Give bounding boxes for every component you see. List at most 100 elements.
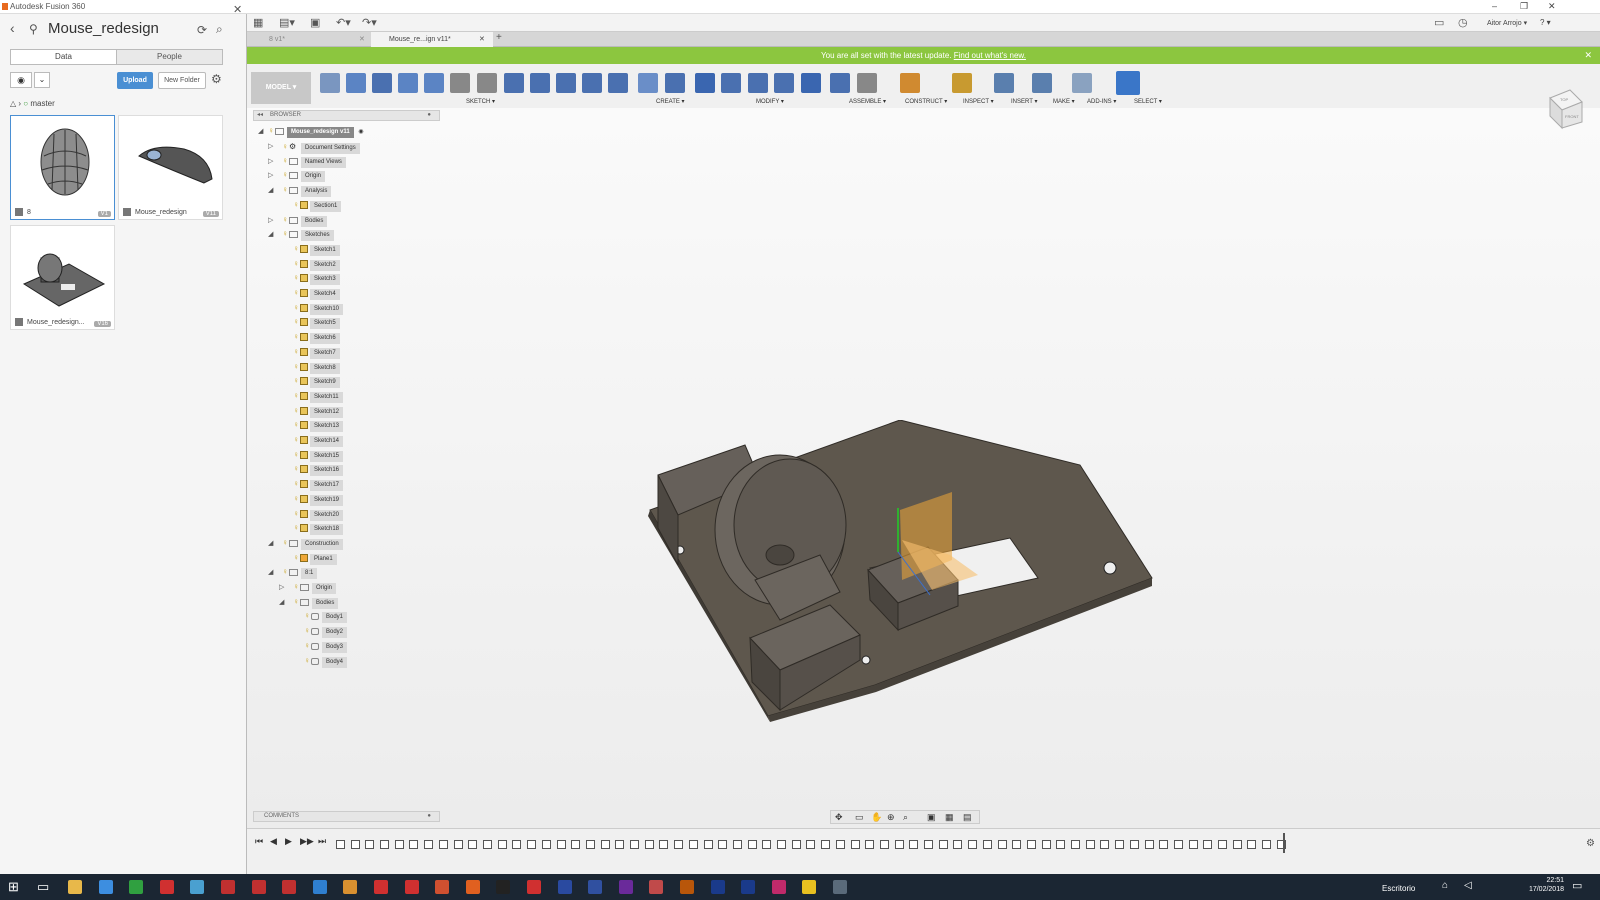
- timeline-feature-icon[interactable]: [998, 840, 1007, 849]
- collapse-arrow-icon[interactable]: ◢: [258, 126, 263, 137]
- browser-node[interactable]: ♀ Sketch10: [279, 303, 344, 315]
- visibility-bulb-icon[interactable]: ♀: [304, 626, 311, 635]
- browser-node[interactable]: ♀ Sketch9: [279, 376, 340, 388]
- back-arrow-icon[interactable]: ‹: [10, 20, 15, 36]
- group-sketch[interactable]: SKETCH ▾: [466, 98, 495, 105]
- timeline-last-icon[interactable]: ⏭: [318, 836, 326, 847]
- browser-node[interactable]: ▷ ♀ Origin: [279, 582, 337, 594]
- taskbar-app-icon[interactable]: [343, 880, 358, 894]
- comments-bar[interactable]: COMMENTS ●: [253, 811, 440, 822]
- browser-node[interactable]: ♀ Sketch6: [279, 332, 340, 344]
- timeline-feature-icon[interactable]: [542, 840, 551, 849]
- taskbar-app-icon[interactable]: [833, 880, 847, 894]
- browser-node[interactable]: ♀ Sketch1: [279, 244, 340, 256]
- group-construct[interactable]: CONSTRUCT ▾: [905, 98, 947, 105]
- timeline-feature-icon[interactable]: [468, 840, 477, 849]
- tool-button-icon[interactable]: [1072, 73, 1092, 93]
- timeline-feature-icon[interactable]: [1247, 840, 1256, 849]
- timeline-feature-icon[interactable]: [380, 840, 389, 849]
- redo-icon[interactable]: ↷▾: [362, 16, 377, 29]
- timeline-first-icon[interactable]: ⏮: [255, 836, 263, 847]
- taskbar-app-icon[interactable]: [404, 880, 419, 894]
- timeline-feature-icon[interactable]: [1071, 840, 1080, 849]
- timeline-feature-icon[interactable]: [395, 840, 404, 849]
- timeline-feature-icon[interactable]: [1262, 840, 1271, 849]
- timeline-feature-icon[interactable]: [571, 840, 580, 849]
- visibility-bulb-icon[interactable]: ♀: [293, 303, 300, 312]
- group-assemble[interactable]: ASSEMBLE ▾: [849, 98, 886, 105]
- browser-header[interactable]: ◂◂ BROWSER ●: [253, 110, 440, 121]
- visibility-bulb-icon[interactable]: ♀: [282, 185, 289, 194]
- browser-node[interactable]: ▷ ♀ Bodies: [268, 215, 328, 227]
- visibility-bulb-icon[interactable]: ♀: [293, 347, 300, 356]
- timeline-feature-icon[interactable]: [1056, 840, 1065, 849]
- timeline-feature-icon[interactable]: [1233, 840, 1242, 849]
- timeline-feature-icon[interactable]: [439, 840, 448, 849]
- taskbar-app-icon[interactable]: [649, 880, 664, 894]
- timeline-settings-icon[interactable]: ⚙: [1586, 838, 1595, 849]
- browser-node[interactable]: ♀ Sketch18: [279, 523, 344, 535]
- timeline-feature-icon[interactable]: [365, 840, 374, 849]
- task-view-icon[interactable]: ▭: [37, 879, 49, 895]
- tool-button-icon[interactable]: [695, 73, 715, 93]
- tool-button-icon[interactable]: [748, 73, 768, 93]
- taskbar-app-icon[interactable]: [771, 880, 786, 894]
- browser-node[interactable]: ◢ ♀ Analysis: [268, 185, 332, 197]
- visibility-bulb-icon[interactable]: ♀: [293, 435, 300, 444]
- timeline-feature-icon[interactable]: [792, 840, 801, 849]
- timeline-feature-icon[interactable]: [1130, 840, 1139, 849]
- job-status-icon[interactable]: ◷: [1458, 16, 1468, 29]
- visibility-bulb-icon[interactable]: ♀: [293, 494, 300, 503]
- visibility-bulb-icon[interactable]: ♀: [293, 332, 300, 341]
- timeline-feature-icon[interactable]: [1203, 840, 1212, 849]
- timeline-feature-icon[interactable]: [1027, 840, 1036, 849]
- group-add-ins[interactable]: ADD-INS ▾: [1087, 98, 1116, 105]
- tool-button-icon[interactable]: [721, 73, 741, 93]
- browser-node[interactable]: ◢ ♀ 8:1: [268, 567, 318, 579]
- minimize-icon[interactable]: –: [1492, 1, 1497, 11]
- taskbar-app-icon[interactable]: [557, 880, 572, 894]
- taskbar-app-icon[interactable]: [710, 880, 725, 894]
- timeline-feature-icon[interactable]: [1159, 840, 1168, 849]
- browser-node[interactable]: ♀ Sketch5: [279, 317, 340, 329]
- file-menu-icon[interactable]: ▤▾: [279, 16, 295, 29]
- undo-icon[interactable]: ↶▾: [336, 16, 351, 29]
- visibility-bulb-icon[interactable]: ♀: [293, 553, 300, 562]
- design-card-mouse-redesign-2[interactable]: Mouse_redesign... V16: [10, 225, 115, 330]
- timeline-feature-icon[interactable]: [1218, 840, 1227, 849]
- browser-node[interactable]: ♀ Sketch11: [279, 391, 343, 403]
- timeline-feature-icon[interactable]: [924, 840, 933, 849]
- browser-node[interactable]: ♀ Sketch15: [279, 450, 344, 462]
- desktop-toolbar-label[interactable]: Escritorio: [1382, 884, 1415, 893]
- visibility-bulb-icon[interactable]: ♀: [293, 362, 300, 371]
- timeline-prev-icon[interactable]: ◀: [270, 836, 277, 847]
- tool-button-icon[interactable]: [1032, 73, 1052, 93]
- timeline-feature-icon[interactable]: [527, 840, 536, 849]
- visibility-bulb-icon[interactable]: ♀: [293, 420, 300, 429]
- tool-button-icon[interactable]: [900, 73, 920, 93]
- timeline-feature-icon[interactable]: [1012, 840, 1021, 849]
- timeline-feature-icon[interactable]: [851, 840, 860, 849]
- notifications-icon[interactable]: ▭: [1434, 16, 1444, 29]
- user-menu[interactable]: Aitor Arrojo ▾: [1487, 19, 1527, 27]
- timeline-feature-icon[interactable]: [1145, 840, 1154, 849]
- pin-icon[interactable]: ●: [427, 111, 431, 120]
- timeline-feature-icon[interactable]: [1189, 840, 1198, 849]
- visibility-bulb-icon[interactable]: ♀: [304, 641, 311, 650]
- visibility-bulb-icon[interactable]: ♀: [293, 317, 300, 326]
- browser-node[interactable]: ♀ Sketch12: [279, 406, 344, 418]
- visibility-bulb-icon[interactable]: ♀: [282, 229, 289, 238]
- close-tab-icon[interactable]: ✕: [479, 32, 485, 47]
- doc-tab-mouse-redesign[interactable]: Mouse_re...ign v11* ✕: [371, 32, 493, 47]
- browser-node[interactable]: ♀ Sketch16: [279, 464, 344, 476]
- visibility-bulb-icon[interactable]: ♀: [282, 156, 289, 165]
- visibility-bulb-icon[interactable]: ♀: [293, 582, 300, 591]
- timeline-feature-icon[interactable]: [483, 840, 492, 849]
- browser-node[interactable]: ♀ Sketch19: [279, 494, 344, 506]
- network-icon[interactable]: ⌂: [1442, 880, 1448, 891]
- browser-node[interactable]: ♀ Section1: [279, 200, 342, 212]
- visibility-bulb-icon[interactable]: ♀: [282, 215, 289, 224]
- tool-button-icon[interactable]: [665, 73, 685, 93]
- viewports-icon[interactable]: ▤: [963, 812, 972, 823]
- windows-start-icon[interactable]: ⊞: [8, 879, 19, 895]
